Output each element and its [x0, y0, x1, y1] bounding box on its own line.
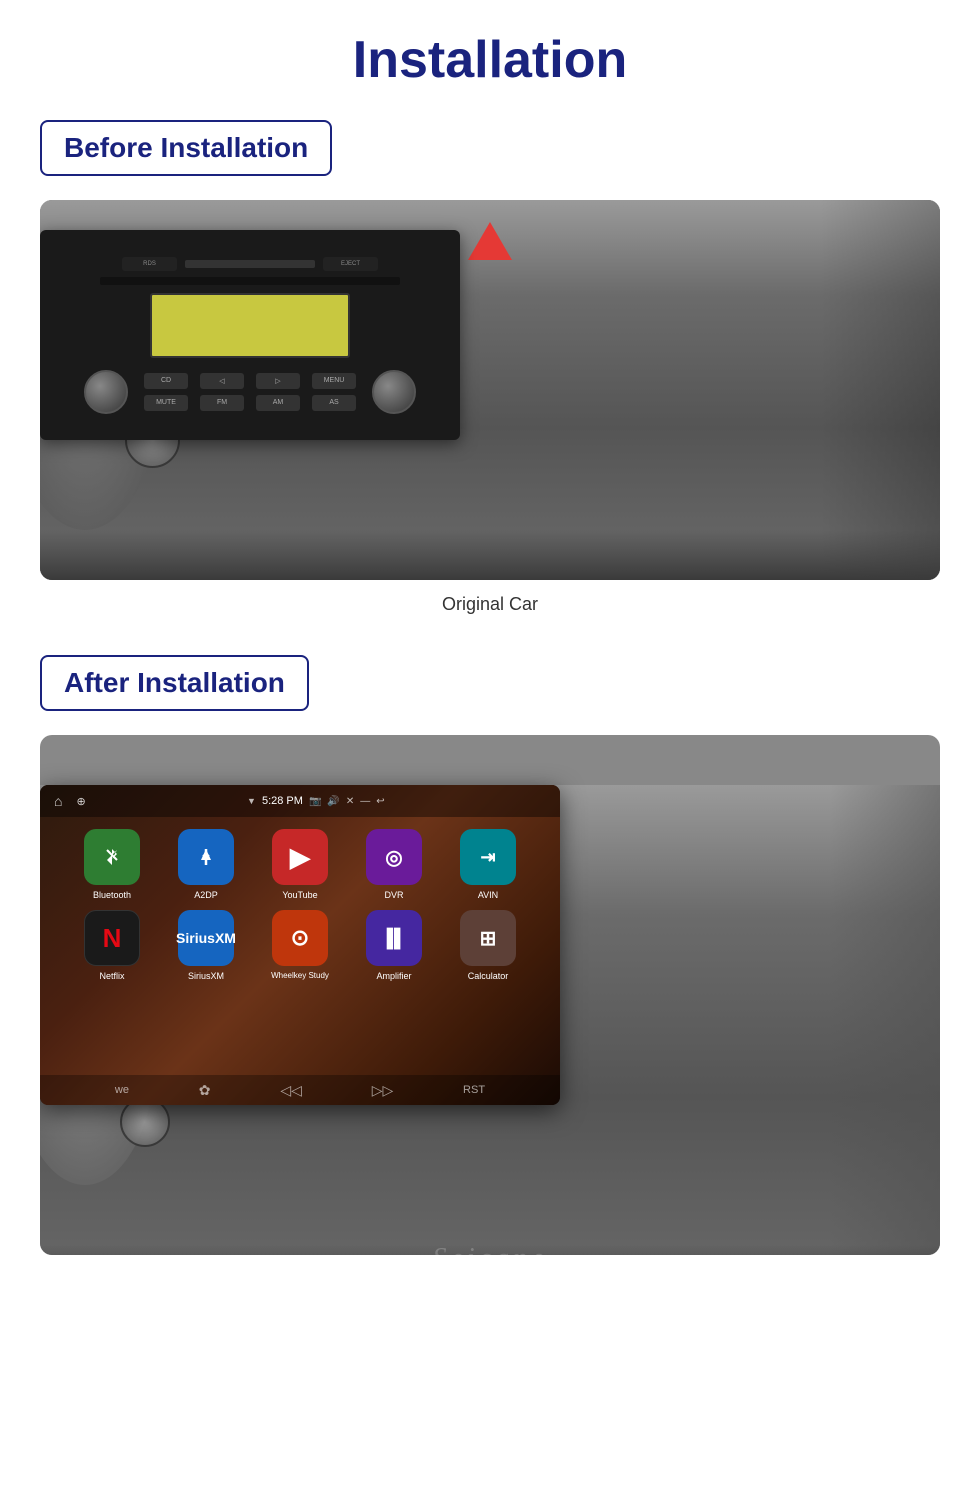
cd-btn: CD — [144, 373, 188, 389]
original-car-mock: RDS EJECT CD ◁ — [40, 200, 940, 580]
radio-controls: CD ◁ ▷ MENU MUTE FM AM AS — [84, 370, 416, 414]
dvr-icon: ◎ — [366, 829, 422, 885]
siriusxm-icon: SiriusXM — [178, 910, 234, 966]
a2dp-icon — [178, 829, 234, 885]
after-car-interior: ⌂ ⊕ ▼ 5:28 PM 📷 🔊 ✕ — ↩ — [40, 785, 940, 1255]
netflix-label: Netflix — [99, 971, 124, 981]
left-knob — [84, 370, 128, 414]
fm-btn: FM — [200, 395, 244, 411]
back-icon: ↩ — [376, 796, 384, 807]
before-installation-label: Before Installation — [40, 120, 332, 176]
status-left: ⌂ ⊕ — [54, 793, 86, 809]
app-youtube[interactable]: ▶ YouTube — [262, 829, 338, 900]
settings-quick-icon[interactable]: ⊕ — [76, 795, 85, 808]
status-bar: ⌂ ⊕ ▼ 5:28 PM 📷 🔊 ✕ — ↩ — [40, 785, 560, 817]
status-center: ▼ 5:28 PM 📷 🔊 ✕ — ↩ — [247, 795, 385, 807]
as-btn: AS — [312, 395, 356, 411]
avin-icon: ⇥ — [460, 829, 516, 885]
avin-label: AVIN — [478, 890, 498, 900]
app-bluetooth[interactable]: Bluetooth — [74, 829, 150, 900]
a2dp-label: A2DP — [194, 890, 218, 900]
bluetooth-icon — [84, 829, 140, 885]
camera-status-icon: 📷 — [309, 796, 321, 807]
right-knob — [372, 370, 416, 414]
app-amplifier[interactable]: ▐▌ Amplifier — [356, 910, 432, 981]
page-title: Installation — [40, 20, 940, 90]
bluetooth-label: Bluetooth — [93, 890, 131, 900]
left-arrow-nav[interactable]: ◁◁ — [280, 1082, 302, 1099]
volume-icon: 🔊 — [327, 796, 339, 807]
we-text: we — [115, 1084, 129, 1096]
app-calculator[interactable]: ⊞ Calculator — [450, 910, 526, 981]
calculator-icon: ⊞ — [460, 910, 516, 966]
radio-unit: RDS EJECT CD ◁ — [40, 230, 460, 440]
app-netflix[interactable]: N Netflix — [74, 910, 150, 981]
radio-display — [150, 293, 350, 358]
after-installation-label: After Installation — [40, 655, 309, 711]
menu-btn: MENU — [312, 373, 356, 389]
siriusxm-label: SiriusXM — [188, 971, 224, 981]
youtube-label: YouTube — [282, 890, 317, 900]
app-wheelkey[interactable]: ⊙ Wheelkey Study — [262, 910, 338, 981]
app-grid: Bluetooth A2DP — [40, 817, 560, 1075]
mute-btn: MUTE — [144, 395, 188, 411]
app-dvr[interactable]: ◎ DVR — [356, 829, 432, 900]
app-a2dp[interactable]: A2DP — [168, 829, 244, 900]
bottom-fade — [40, 1245, 940, 1255]
wifi-arrow: ▼ — [247, 796, 256, 806]
app-row-1: Bluetooth A2DP — [64, 829, 536, 900]
app-avin[interactable]: ⇥ AVIN — [450, 829, 526, 900]
app-row-2: N Netflix SiriusXM SiriusXM ⊙ Wheelkey S… — [64, 910, 536, 981]
am-btn: AM — [256, 395, 300, 411]
wheelkey-label: Wheelkey Study — [271, 971, 329, 980]
app-siriusxm[interactable]: SiriusXM SiriusXM — [168, 910, 244, 981]
netflix-icon: N — [84, 910, 140, 966]
android-bottom-nav: we ✿ ◁◁ ▷▷ RST — [40, 1075, 560, 1105]
page-wrapper: Installation Before Installation RDS — [0, 0, 980, 1309]
play-btn: ▷ — [256, 373, 300, 389]
home-icon[interactable]: ⌂ — [54, 793, 62, 809]
youtube-icon: ▶ — [272, 829, 328, 885]
android-screen: ⌂ ⊕ ▼ 5:28 PM 📷 🔊 ✕ — ↩ — [40, 785, 560, 1105]
wheelkey-icon: ⊙ — [272, 910, 328, 966]
right-panel — [830, 785, 940, 1255]
radio-buttons: CD ◁ ▷ MENU MUTE FM AM AS — [144, 373, 356, 411]
minimize-icon: — — [360, 796, 370, 807]
rst-text: RST — [463, 1084, 485, 1096]
settings-nav-icon[interactable]: ✿ — [199, 1082, 211, 1099]
right-arrow-nav[interactable]: ▷▷ — [372, 1082, 394, 1099]
image-caption: Original Car — [40, 594, 940, 615]
hazard-triangle-before — [468, 222, 512, 260]
amplifier-label: Amplifier — [376, 971, 411, 981]
prev-btn: ◁ — [200, 373, 244, 389]
before-installation-image: RDS EJECT CD ◁ — [40, 200, 940, 580]
status-time: 5:28 PM — [262, 795, 303, 807]
after-installation-image: ⌂ ⊕ ▼ 5:28 PM 📷 🔊 ✕ — ↩ — [40, 735, 940, 1255]
close-status-icon: ✕ — [346, 796, 354, 807]
calculator-label: Calculator — [468, 971, 509, 981]
dvr-label: DVR — [384, 890, 403, 900]
android-head-unit: ⌂ ⊕ ▼ 5:28 PM 📷 🔊 ✕ — ↩ — [40, 785, 560, 1105]
amplifier-icon: ▐▌ — [366, 910, 422, 966]
car-interior-before: RDS EJECT CD ◁ — [40, 200, 940, 580]
